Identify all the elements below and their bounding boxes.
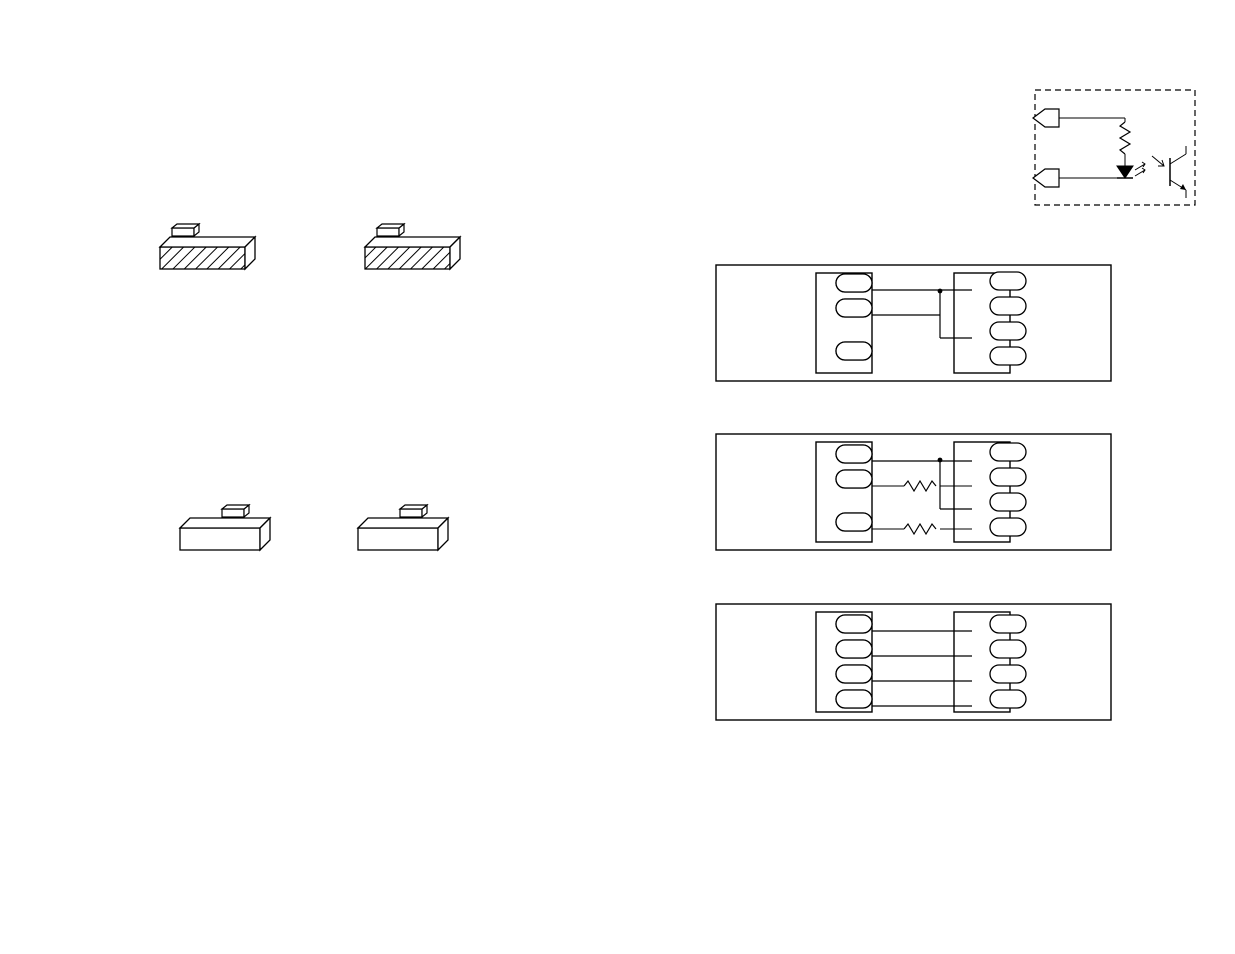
connector-pin [990, 272, 1026, 290]
connector-pin [836, 690, 872, 708]
connector-pin [836, 342, 872, 360]
connector-pin [836, 615, 872, 633]
connector-pin [990, 468, 1026, 486]
connector-pin [990, 615, 1026, 633]
dip-switch [160, 224, 255, 269]
connector-pin [836, 513, 872, 531]
connector-pin [990, 322, 1026, 340]
connector-pin [990, 347, 1026, 365]
connector-pin [836, 665, 872, 683]
resistor-icon [1120, 122, 1130, 154]
diagram-canvas [0, 0, 1235, 954]
connector-pin [836, 274, 872, 292]
connector-pin [836, 299, 872, 317]
connector-pin [990, 443, 1026, 461]
connector-pin [836, 445, 872, 463]
connector-pin [990, 665, 1026, 683]
dip-switch [180, 505, 270, 550]
dip-switch [358, 505, 448, 550]
connector-block [716, 434, 1111, 550]
connector-block [716, 265, 1111, 381]
dip-switch [365, 224, 460, 269]
connector-pin [836, 640, 872, 658]
connector-block [716, 604, 1111, 720]
connector-pin [990, 493, 1026, 511]
connector-pin [836, 470, 872, 488]
connector-pin [990, 640, 1026, 658]
connector-pin [990, 690, 1026, 708]
led-icon [1117, 166, 1133, 178]
connector-pin [990, 518, 1026, 536]
optocoupler-circuit [1033, 90, 1195, 205]
connector-pin [990, 297, 1026, 315]
